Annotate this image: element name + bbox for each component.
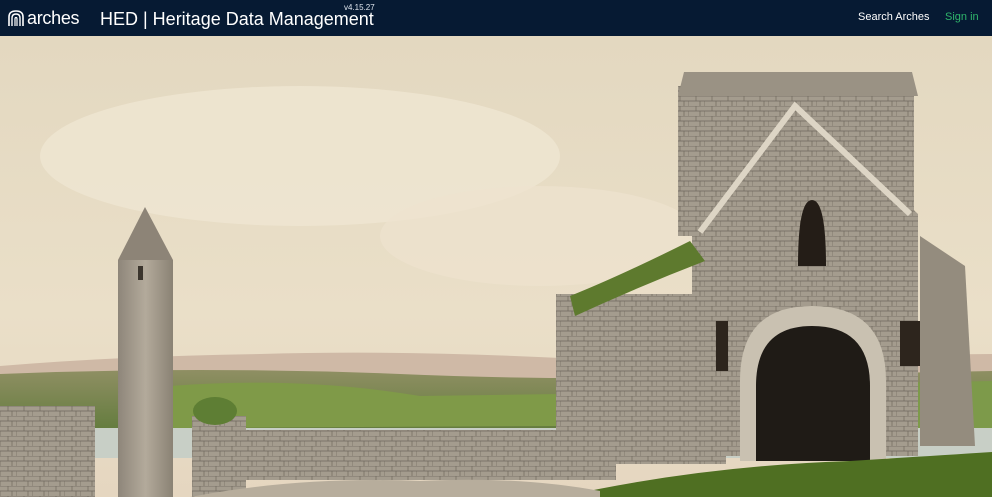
- arches-logo-icon: [8, 10, 24, 26]
- sign-in-link[interactable]: Sign in: [945, 11, 979, 23]
- search-arches-link[interactable]: Search Arches: [858, 11, 930, 23]
- top-navbar: arches HED | Heritage Data Management v4…: [0, 0, 992, 36]
- ruin-wall-left: [0, 406, 95, 497]
- version-label: v4.15.27: [344, 3, 375, 12]
- app-title: HED | Heritage Data Management: [100, 9, 374, 29]
- arches-logo[interactable]: arches: [7, 8, 80, 28]
- round-tower: [118, 207, 173, 497]
- hero-image: [0, 36, 992, 497]
- hero-illustration: [0, 36, 992, 497]
- logo-text: arches: [27, 8, 80, 28]
